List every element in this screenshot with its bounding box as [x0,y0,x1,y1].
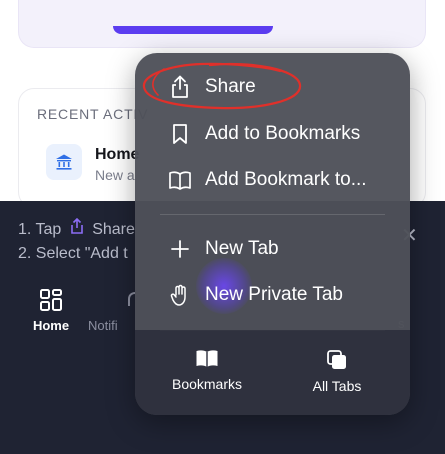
instruction-step-1-text: 1. Tap [18,221,62,238]
menu-item-add-bookmark-to[interactable]: Add Bookmark to... [135,160,410,200]
hand-icon [165,283,195,307]
instruction-share-word: Share [92,221,135,238]
bookmark-icon [165,122,195,146]
grid-icon [40,289,62,311]
bookmarks-book-icon [196,350,218,367]
menu-item-new-tab[interactable]: New Tab [135,229,410,269]
bookmarks-label: Bookmarks [171,376,243,392]
recent-activity-title: RECENT ACTIV [37,106,149,122]
tabs-icon [327,350,346,369]
menu-item-label: Add to Bookmarks [205,123,361,144]
menu-item-new-private-tab[interactable]: New Private Tab [135,275,410,315]
tab-home[interactable]: Home [11,288,91,333]
tab-notifications-label: Notifi [88,318,118,333]
menu-item-add-to-bookmarks[interactable]: Add to Bookmarks [135,114,410,154]
plus-icon [165,237,195,261]
share-icon [70,217,84,242]
install-instructions: 1. Tap Share 2. Select "Add t [18,217,135,266]
tab-home-label: Home [32,318,70,333]
menu-item-label: New Tab [205,238,279,259]
instruction-line-2: 2. Select "Add t [18,245,128,262]
activity-item-sub: New a [95,167,135,183]
menu-item-label: New Private Tab [205,284,343,305]
all-tabs-button[interactable]: All Tabs [277,349,397,394]
book-open-icon [165,168,195,192]
menu-item-label: Share [205,76,256,97]
primary-button[interactable] [113,26,273,34]
bank-icon [46,144,82,180]
menu-item-label: Add Bookmark to... [205,169,367,190]
bookmarks-button[interactable]: Bookmarks [147,349,267,392]
top-card [18,0,426,48]
share-icon [165,75,195,99]
all-tabs-label: All Tabs [312,378,362,394]
menu-divider [160,214,385,215]
activity-item-name: Home [95,146,140,163]
menu-item-share[interactable]: Share [135,67,410,107]
instruction-line-1: 1. Tap Share [18,217,135,242]
share-menu: Share Add to Bookmarks Add Bookmark to..… [135,53,410,415]
